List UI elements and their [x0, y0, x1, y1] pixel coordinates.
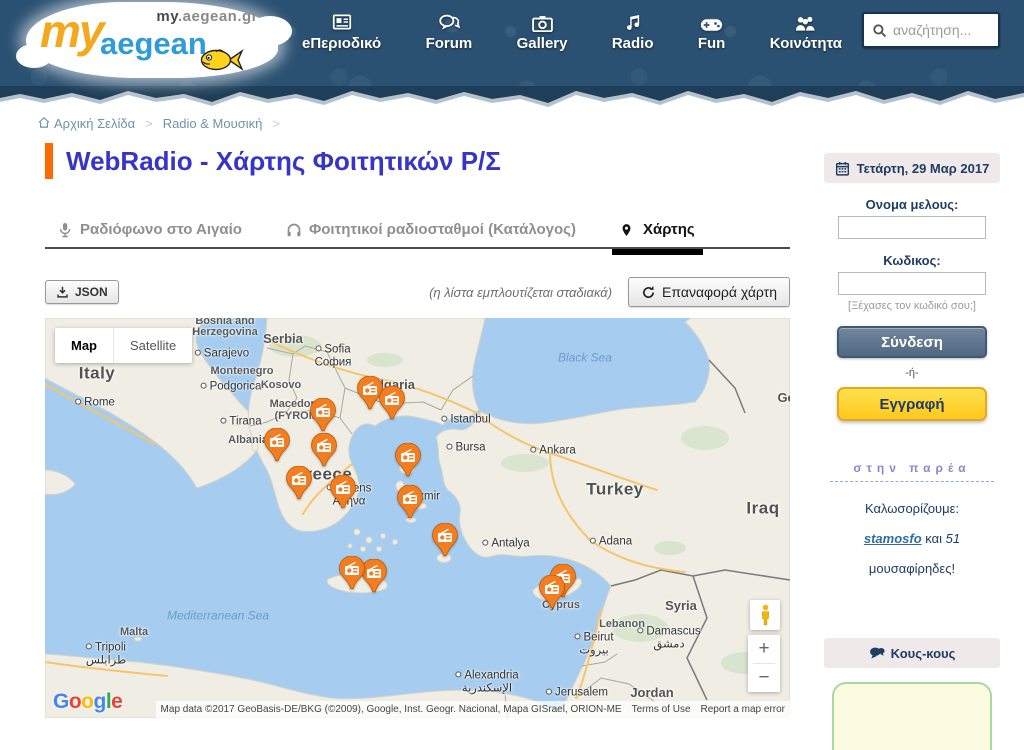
attribution-text: Map data ©2017 GeoBasis-DE/BKG (©2009), …	[156, 701, 627, 718]
sidebar: Τετάρτη, 29 Μαρ 2017 Ονομα μελους: Κωδικ…	[824, 131, 1000, 750]
music-note-icon	[624, 10, 642, 32]
radio-station-marker[interactable]	[432, 523, 458, 557]
fish-icon	[198, 47, 244, 78]
tab-radio-aegean[interactable]: Ραδιόφωνο στο Αιγαίο	[57, 221, 242, 247]
radio-station-marker[interactable]	[379, 386, 405, 420]
google-map[interactable]: ItalyRomeBosnia andHerzegovinaSarajevoSe…	[45, 318, 790, 718]
nav-item-eπεριοδικό[interactable]: eΠεριοδικό	[302, 10, 381, 52]
refresh-icon	[641, 285, 656, 300]
breadcrumb-home-link[interactable]: Αρχική Σελίδα	[38, 116, 135, 131]
password-field[interactable]	[838, 272, 986, 295]
map-toolbar: JSON (η λίστα εμπλουτίζεται σταδιακά) Επ…	[45, 277, 790, 307]
street-view-pegman[interactable]	[750, 600, 780, 630]
radio-station-marker[interactable]	[339, 556, 365, 590]
password-label: Κωδικος:	[824, 253, 1000, 268]
tab-map[interactable]: Χάρτης	[620, 221, 695, 247]
zoom-in-button[interactable]: +	[748, 635, 780, 663]
community-heading: στην παρέα	[830, 461, 994, 482]
torn-edge-decoration	[0, 86, 1024, 108]
radio-station-marker[interactable]	[264, 428, 290, 462]
breadcrumb-separator: >	[272, 116, 280, 131]
shoutbox-heading: Κους-κους	[824, 638, 1000, 668]
map-attribution: Map data ©2017 GeoBasis-DE/BKG (©2009), …	[45, 701, 790, 718]
guests-text: μουσαφίρηδες!	[824, 554, 1000, 584]
member-link[interactable]: stamosfo	[864, 531, 922, 546]
radio-station-marker[interactable]	[286, 466, 312, 500]
search-icon	[872, 23, 887, 38]
terms-of-use-link[interactable]: Terms of Use	[627, 701, 696, 718]
gamepad-icon	[700, 10, 723, 32]
register-button[interactable]: Εγγραφή	[837, 387, 987, 421]
home-icon	[38, 116, 50, 131]
nav-item-forum[interactable]: Forum	[426, 10, 473, 52]
radio-station-marker[interactable]	[395, 443, 421, 477]
page: my.aegean.gr my aegean eΠεριοδικό Forum Ga…	[0, 0, 1024, 750]
newspaper-icon	[331, 10, 353, 32]
json-download-button[interactable]: JSON	[45, 280, 119, 304]
login-form: Ονομα μελους: Κωδικος: [Ξέχασες τον κωδι…	[824, 197, 1000, 421]
site-header: my.aegean.gr my aegean eΠεριοδικό Forum Ga…	[0, 0, 1024, 86]
date-banner: Τετάρτη, 29 Μαρ 2017	[824, 153, 1000, 183]
gallery-icon	[532, 10, 553, 32]
search-box	[862, 12, 1000, 48]
online-users-line: stamosfo και 51	[824, 524, 1000, 554]
tab-bar: Ραδιόφωνο στο Αιγαίο Φοιτητικοί ραδιοστα…	[45, 221, 790, 249]
map-type-control: Map Satellite	[55, 328, 192, 363]
microphone-icon	[57, 222, 73, 238]
breadcrumb: Αρχική Σελίδα > Radio & Μουσική >	[0, 108, 1024, 131]
forgot-password-link[interactable]: [Ξέχασες τον κωδικό σου;]	[824, 300, 1000, 312]
download-icon	[56, 285, 69, 299]
radio-station-marker[interactable]	[539, 575, 565, 609]
page-title: WebRadio - Χάρτης Φοιτητικών Ρ/Σ	[66, 146, 501, 177]
map-pin-icon	[620, 222, 636, 238]
map-markers-layer	[45, 318, 790, 718]
or-separator: -ή-	[824, 367, 1000, 379]
nav-item-radio[interactable]: Radio	[612, 10, 654, 52]
radio-station-marker[interactable]	[330, 475, 356, 509]
main-content: WebRadio - Χάρτης Φοιτητικών Ρ/Σ Ραδιόφω…	[45, 131, 790, 750]
community-section: στην παρέα Καλωσορίζουμε: stamosfo και 5…	[824, 461, 1000, 584]
login-button[interactable]: Σύνδεση	[837, 326, 987, 358]
headphones-icon	[286, 222, 302, 238]
zoom-out-button[interactable]: −	[748, 664, 780, 692]
radio-station-marker[interactable]	[310, 398, 336, 432]
username-field[interactable]	[838, 216, 986, 239]
chat-bubbles-icon	[869, 646, 884, 661]
zoom-control: + −	[748, 635, 780, 692]
google-logo[interactable]: Google	[53, 690, 122, 714]
report-map-error-link[interactable]: Report a map error	[696, 701, 790, 718]
shoutbox[interactable]	[832, 682, 992, 750]
logo-brand-aegean: aegean	[100, 26, 207, 62]
title-accent-bar	[45, 143, 53, 179]
reset-map-button[interactable]: Επαναφορά χάρτη	[628, 277, 790, 307]
map-type-map-button[interactable]: Map	[55, 328, 114, 363]
username-label: Ονομα μελους:	[824, 197, 1000, 212]
search-input[interactable]	[893, 22, 990, 38]
breadcrumb-separator: >	[145, 116, 153, 131]
welcome-text: Καλωσορίζουμε:	[824, 494, 1000, 524]
breadcrumb-section-link[interactable]: Radio & Μουσική	[163, 116, 263, 131]
logo-brand-my: my	[40, 4, 102, 58]
nav-item-κοινότητα[interactable]: Κοινότητα	[770, 10, 842, 52]
radio-station-marker[interactable]	[311, 433, 337, 467]
community-icon	[794, 10, 817, 32]
site-logo[interactable]: my.aegean.gr my aegean	[26, 2, 278, 78]
radio-station-marker[interactable]	[397, 485, 423, 519]
tab-student-stations[interactable]: Φοιτητικοί ραδιοσταθμοί (Κατάλογος)	[286, 221, 576, 247]
nav-item-gallery[interactable]: Gallery	[517, 10, 568, 52]
nav-item-fun[interactable]: Fun	[698, 10, 726, 52]
list-note: (η λίστα εμπλουτίζεται σταδιακά)	[429, 285, 612, 300]
calendar-icon	[835, 161, 850, 176]
forum-icon	[438, 10, 460, 32]
main-nav: eΠεριοδικό Forum Gallery Radio Fun Κοινότητα	[302, 10, 842, 52]
logo-domain: my.aegean.gr	[156, 8, 258, 25]
map-type-satellite-button[interactable]: Satellite	[114, 328, 192, 363]
